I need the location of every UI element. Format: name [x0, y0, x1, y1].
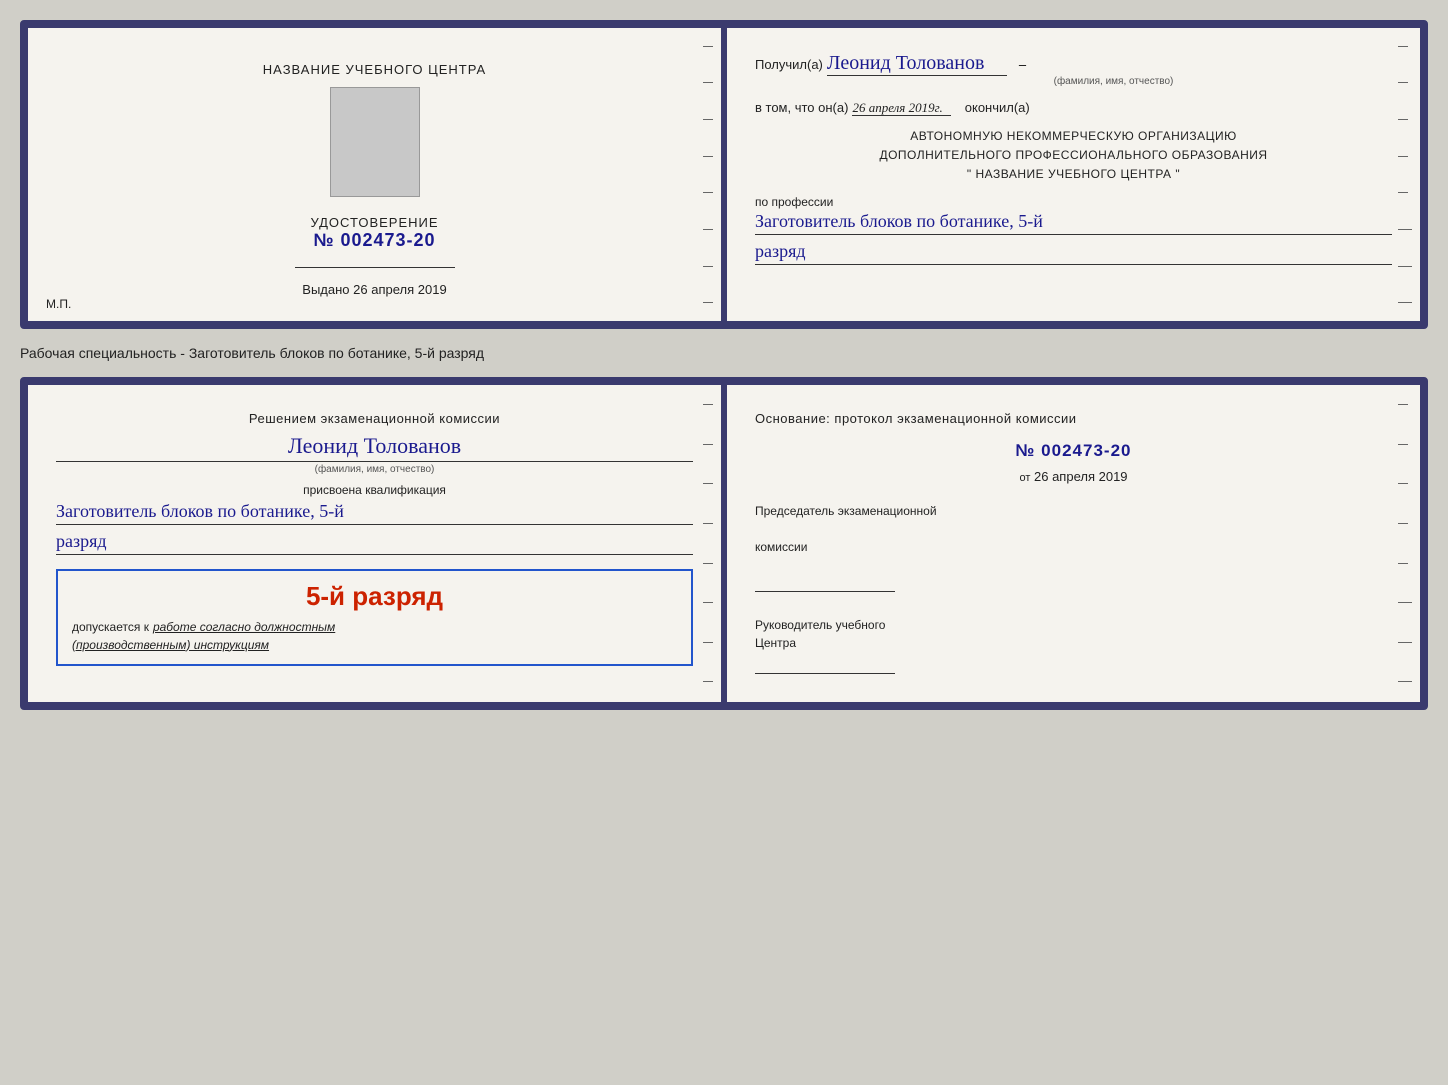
profession-label: по профессии [755, 195, 1392, 209]
director-label1: Руководитель учебного [755, 616, 1392, 634]
top-document: НАЗВАНИЕ УЧЕБНОГО ЦЕНТРА УДОСТОВЕРЕНИЕ №… [20, 20, 1428, 329]
stamp-rank: 5-й разряд [72, 581, 677, 612]
from-date: 26 апреля 2019 [1034, 469, 1128, 484]
director-label2: Центра [755, 634, 1392, 652]
org-line3: " НАЗВАНИЕ УЧЕБНОГО ЦЕНТРА " [755, 165, 1392, 184]
org-line2: ДОПОЛНИТЕЛЬНОГО ПРОФЕССИОНАЛЬНОГО ОБРАЗО… [755, 146, 1392, 165]
org-line1: АВТОНОМНУЮ НЕКОММЕРЧЕСКУЮ ОРГАНИЗАЦИЮ [755, 127, 1392, 146]
mp-label: М.П. [46, 297, 71, 311]
stamp-allowed-block: допускается к работе согласно должностны… [72, 618, 677, 654]
stamp-box: 5-й разряд допускается к работе согласно… [56, 569, 693, 666]
recipient-name-field: Леонид Толованов [827, 52, 1007, 76]
confirm-block: в том, что он(а) 26 апреля 2019г. окончи… [755, 99, 1392, 117]
confirm-prefix: в том, что он(а) [755, 100, 848, 115]
stamp-italic: работе согласно должностным [153, 620, 335, 634]
issued-label: Выдано [302, 282, 349, 297]
specialty-label: Рабочая специальность - Заготовитель бло… [20, 341, 1428, 365]
commission-heading: Решением экзаменационной комиссии [56, 409, 693, 429]
protocol-number: № 002473-20 [755, 441, 1392, 461]
recipient-name: Леонид Толованов [827, 52, 985, 74]
from-date-line: от 26 апреля 2019 [755, 469, 1392, 484]
photo-placeholder [330, 87, 420, 197]
bottom-document: Решением экзаменационной комиссии Леонид… [20, 377, 1428, 710]
bottom-fio-sub: (фамилия, имя, отчество) [56, 464, 693, 475]
stamp-italic2: (производственным) инструкциям [72, 638, 269, 652]
chairman-label2: комиссии [755, 538, 1392, 556]
issued-line: Выдано 26 апреля 2019 [302, 282, 446, 297]
org-block: АВТОНОМНУЮ НЕКОММЕРЧЕСКУЮ ОРГАНИЗАЦИЮ ДО… [755, 127, 1392, 185]
issued-date: 26 апреля 2019 [353, 282, 447, 297]
top-doc-left: НАЗВАНИЕ УЧЕБНОГО ЦЕНТРА УДОСТОВЕРЕНИЕ №… [28, 28, 721, 321]
person-name-large: Леонид Толованов [56, 433, 693, 462]
stamp-allowed-prefix: допускается к [72, 620, 149, 634]
qualification-label: присвоена квалификация [56, 483, 693, 497]
top-left-side-dashes [703, 28, 713, 321]
basis-heading: Основание: протокол экзаменационной коми… [755, 409, 1392, 429]
page-wrapper: НАЗВАНИЕ УЧЕБНОГО ЦЕНТРА УДОСТОВЕРЕНИЕ №… [20, 20, 1428, 710]
bottom-right-side-dashes [1398, 385, 1412, 702]
confirm-date: 26 апреля 2019г. [852, 100, 950, 116]
recipient-prefix: Получил(а) [755, 57, 823, 72]
bottom-left-side-dashes [703, 385, 713, 702]
rank-bottom: разряд [56, 531, 693, 555]
top-right-side-dashes [1398, 28, 1412, 321]
cert-label: УДОСТОВЕРЕНИЕ [310, 215, 438, 230]
bottom-doc-left: Решением экзаменационной комиссии Леонид… [28, 385, 721, 702]
profession-value: Заготовитель блоков по ботанике, 5-й [755, 211, 1392, 235]
fio-sub-label: (фамилия, имя, отчество) [835, 76, 1392, 87]
recipient-block: Получил(а) Леонид Толованов – (фамилия, … [755, 52, 1392, 87]
chairman-label1: Председатель экзаменационной [755, 502, 1392, 520]
director-block: Руководитель учебного Центра [755, 616, 1392, 674]
bottom-doc-right: Основание: протокол экзаменационной коми… [727, 385, 1420, 702]
chairman-block: Председатель экзаменационной комиссии [755, 502, 1392, 592]
cert-number-block: УДОСТОВЕРЕНИЕ № 002473-20 [310, 215, 438, 251]
chairman-sign-line [755, 574, 895, 592]
profession-block: по профессии Заготовитель блоков по бота… [755, 195, 1392, 265]
top-doc-right: Получил(а) Леонид Толованов – (фамилия, … [727, 28, 1420, 321]
rank-value: разряд [755, 241, 1392, 265]
from-prefix: от [1019, 472, 1030, 484]
director-sign-line [755, 656, 895, 674]
qualification-value: Заготовитель блоков по ботанике, 5-й [56, 501, 693, 525]
top-left-heading: НАЗВАНИЕ УЧЕБНОГО ЦЕНТРА [263, 62, 486, 77]
cert-number: № 002473-20 [310, 230, 438, 251]
confirm-suffix: окончил(а) [965, 100, 1030, 115]
